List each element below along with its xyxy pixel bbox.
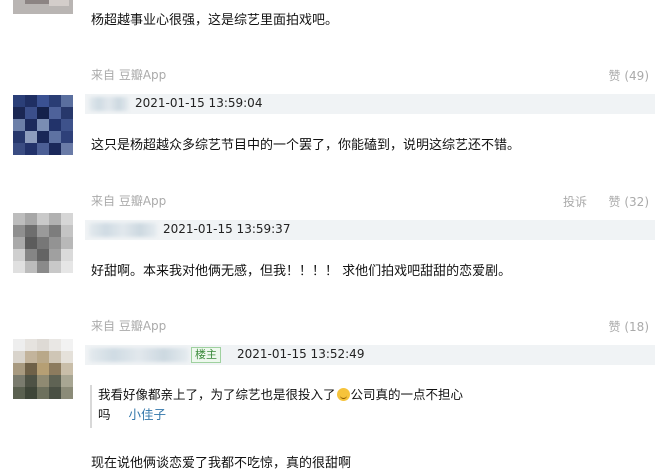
quote-line-1: 我看好像都亲上了，为了综艺也是很投入了 公司真的一点不担心: [98, 385, 463, 405]
username-blurred[interactable]: [89, 223, 157, 237]
like-button[interactable]: 赞 (49): [609, 67, 649, 84]
avatar[interactable]: [13, 213, 73, 273]
avatar[interactable]: [13, 0, 73, 14]
quoted-reply: 我看好像都亲上了，为了综艺也是很投入了 公司真的一点不担心 吗 小佳子: [90, 385, 463, 428]
avatar[interactable]: [13, 95, 73, 155]
comment-timestamp: 2021-01-15 13:59:04: [135, 96, 263, 110]
username-blurred[interactable]: [89, 348, 189, 362]
comment-text: 好甜啊。本来我对他俩无感，但我！！！！ 求他们拍戏吧甜甜的恋爱剧。: [91, 264, 512, 279]
like-button[interactable]: 赞 (18): [609, 318, 649, 335]
op-badge: 楼主: [191, 347, 221, 363]
report-button[interactable]: 投诉: [563, 193, 587, 210]
comment-header: 2021-01-15 13:59:04: [85, 94, 655, 114]
quote-line-2: 吗 小佳子: [98, 405, 463, 425]
quote-author-link[interactable]: 小佳子: [129, 407, 167, 422]
comment-header: 2021-01-15 13:59:37: [85, 220, 655, 240]
comment-source: 来自 豆瓣App: [91, 319, 167, 333]
quote-text-b: 公司真的一点不担心: [350, 387, 464, 402]
comment-header: 楼主 2021-01-15 13:52:49: [85, 345, 655, 365]
laughing-tears-emoji-icon: [336, 388, 350, 401]
comment-text: 现在说他俩谈恋爱了我都不吃惊，真的很甜啊: [91, 456, 352, 471]
comment-source: 来自 豆瓣App: [91, 194, 167, 208]
quote-text-c: 吗: [98, 407, 111, 422]
comment-timestamp: 2021-01-15 13:59:37: [163, 222, 291, 236]
comment-source: 来自 豆瓣App: [91, 68, 167, 82]
comment-text: 杨超越事业心很强，这是综艺里面拍戏吧。: [91, 13, 339, 28]
quote-text-a: 我看好像都亲上了，为了综艺也是很投入了: [98, 387, 336, 402]
comment-text: 这只是杨超越众多综艺节目中的一个罢了，你能磕到，说明这综艺还不错。: [91, 138, 521, 153]
avatar[interactable]: [13, 339, 73, 399]
username-blurred[interactable]: [89, 97, 129, 111]
like-button[interactable]: 赞 (32): [609, 193, 649, 210]
comment-timestamp: 2021-01-15 13:52:49: [237, 347, 365, 361]
